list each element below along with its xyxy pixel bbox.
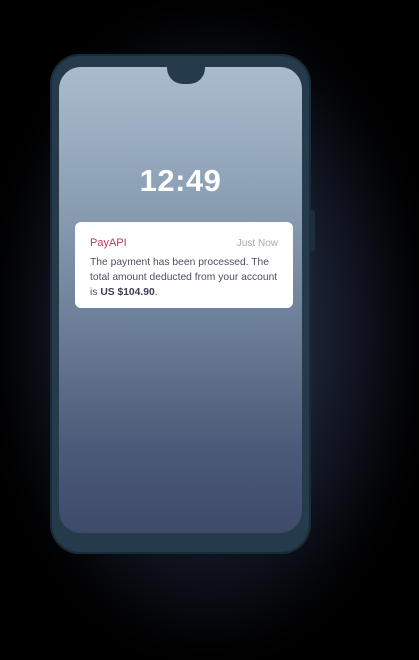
phone-side-button bbox=[309, 210, 315, 252]
notification-message-end: . bbox=[154, 287, 158, 298]
notification-amount: US $104.90 bbox=[100, 287, 155, 298]
stage: 12:49 PayAPI Just Now The payment has be… bbox=[0, 0, 419, 660]
payment-notification[interactable]: PayAPI Just Now The payment has been pro… bbox=[75, 222, 293, 308]
notification-message: The payment has been processed. The tota… bbox=[90, 255, 278, 300]
notification-header: PayAPI Just Now bbox=[90, 237, 278, 253]
lock-screen-clock: 12:49 bbox=[139, 163, 222, 198]
notification-time: Just Now bbox=[236, 238, 278, 249]
notification-app-name: PayAPI bbox=[90, 237, 127, 249]
